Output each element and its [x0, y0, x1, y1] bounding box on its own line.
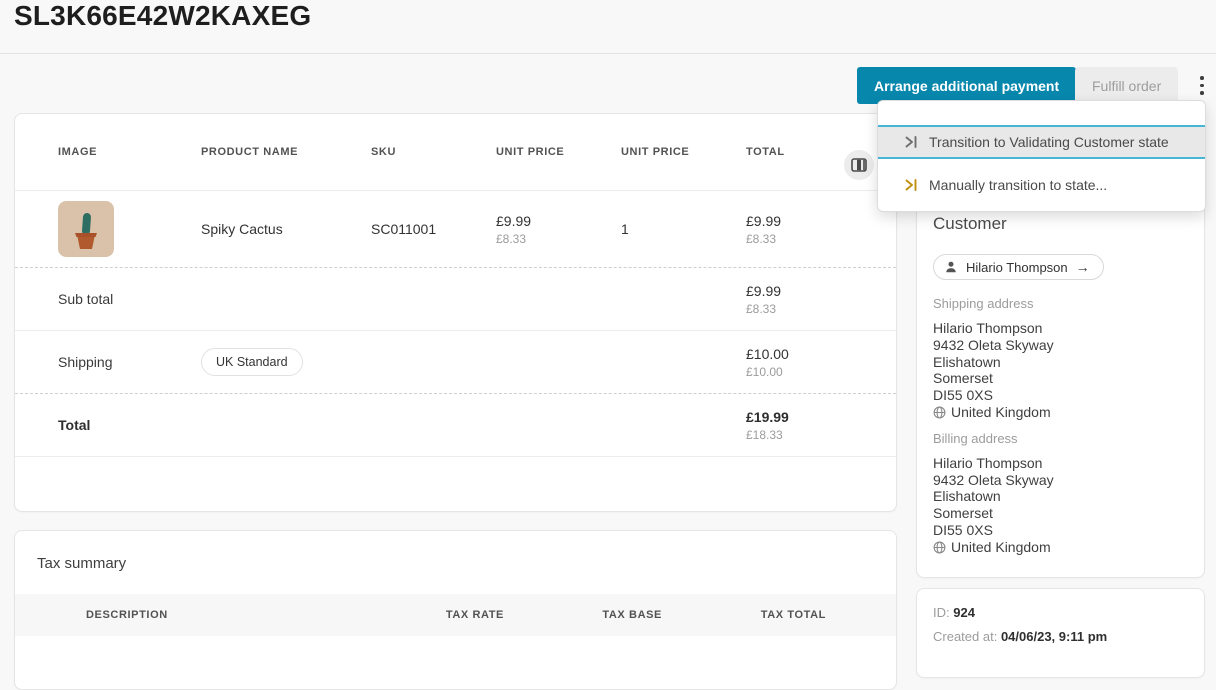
tax-column-total: TAX TOTAL — [662, 609, 826, 621]
billing-address: Hilario Thompson 9432 Oleta Skyway Elish… — [933, 455, 1188, 556]
person-icon — [944, 260, 958, 274]
total-label: Total — [58, 417, 201, 433]
shipping-country: United Kingdom — [951, 404, 1051, 421]
quantity-cell: 1 — [621, 221, 746, 237]
shipping-address-label: Shipping address — [933, 296, 1188, 311]
tax-column-rate: TAX RATE — [346, 609, 504, 621]
tax-summary-title: Tax summary — [15, 531, 896, 572]
product-sku: SC011001 — [371, 221, 496, 237]
tax-summary-header-row: DESCRIPTION TAX RATE TAX BASE TAX TOTAL — [15, 594, 896, 636]
columns-toggle-button[interactable] — [844, 150, 874, 180]
subtotal-value: £9.99 £8.33 — [746, 283, 896, 316]
transition-state-icon — [904, 178, 918, 192]
customer-name: Hilario Thompson — [966, 260, 1068, 275]
line-item-row: Spiky Cactus SC011001 £9.99 £8.33 1 £9.9… — [15, 191, 896, 268]
shipping-value: £10.00 £10.00 — [746, 346, 896, 379]
menu-item-transition-validating-customer[interactable]: Transition to Validating Customer state — [878, 125, 1205, 159]
shipping-row: Shipping UK Standard £10.00 £10.00 — [15, 331, 896, 394]
order-id-value: 924 — [953, 605, 975, 620]
column-header-product-name: PRODUCT NAME — [201, 146, 371, 158]
arrow-right-icon: → — [1076, 259, 1090, 275]
column-header-total: TOTAL — [746, 146, 896, 158]
menu-item-manually-transition[interactable]: Manually transition to state... — [878, 159, 1205, 211]
fulfill-order-button[interactable]: Fulfill order — [1075, 67, 1178, 104]
globe-icon — [933, 406, 946, 419]
order-id-line: ID: 924 — [917, 589, 1204, 620]
line-items-header-row: IMAGE PRODUCT NAME SKU UNIT PRICE UNIT P… — [15, 114, 896, 191]
arrange-additional-payment-button[interactable]: Arrange additional payment — [857, 67, 1076, 104]
table-columns-icon — [851, 158, 867, 172]
shipping-label: Shipping — [58, 354, 201, 370]
subtotal-label: Sub total — [58, 291, 201, 307]
billing-country: United Kingdom — [951, 539, 1051, 556]
total-value: £19.99 £18.33 — [746, 409, 896, 442]
header-divider — [0, 53, 1216, 54]
transition-state-icon — [904, 135, 918, 149]
shipping-address: Hilario Thompson 9432 Oleta Skyway Elish… — [933, 320, 1188, 421]
line-total-cell: £9.99 £8.33 — [746, 213, 896, 246]
line-items-card: IMAGE PRODUCT NAME SKU UNIT PRICE UNIT P… — [14, 113, 897, 512]
column-header-sku: SKU — [371, 146, 496, 158]
order-meta-card: ID: 924 Created at: 04/06/23, 9:11 pm — [916, 588, 1205, 678]
product-name: Spiky Cactus — [201, 221, 371, 237]
billing-address-label: Billing address — [933, 431, 1188, 446]
shipping-method-badge: UK Standard — [201, 348, 303, 376]
tax-column-base: TAX BASE — [504, 609, 662, 621]
total-row: Total £19.99 £18.33 — [15, 394, 896, 457]
column-header-unit-price: UNIT PRICE — [496, 146, 621, 158]
tax-summary-card: Tax summary DESCRIPTION TAX RATE TAX BAS… — [14, 530, 897, 690]
globe-icon — [933, 541, 946, 554]
unit-price-cell: £9.99 £8.33 — [496, 213, 621, 246]
subtotal-row: Sub total £9.99 £8.33 — [15, 268, 896, 331]
page-title: SL3K66E42W2KAXEG — [14, 0, 311, 32]
kebab-menu-button[interactable] — [1186, 67, 1216, 104]
tax-column-description: DESCRIPTION — [86, 609, 346, 621]
customer-link-pill[interactable]: Hilario Thompson → — [933, 254, 1104, 280]
column-header-unit-price-2: UNIT PRICE — [621, 146, 746, 158]
state-transition-dropdown: Transition to Validating Customer state … — [877, 100, 1206, 212]
column-header-image: IMAGE — [58, 146, 201, 158]
product-thumbnail-cactus — [58, 201, 114, 257]
